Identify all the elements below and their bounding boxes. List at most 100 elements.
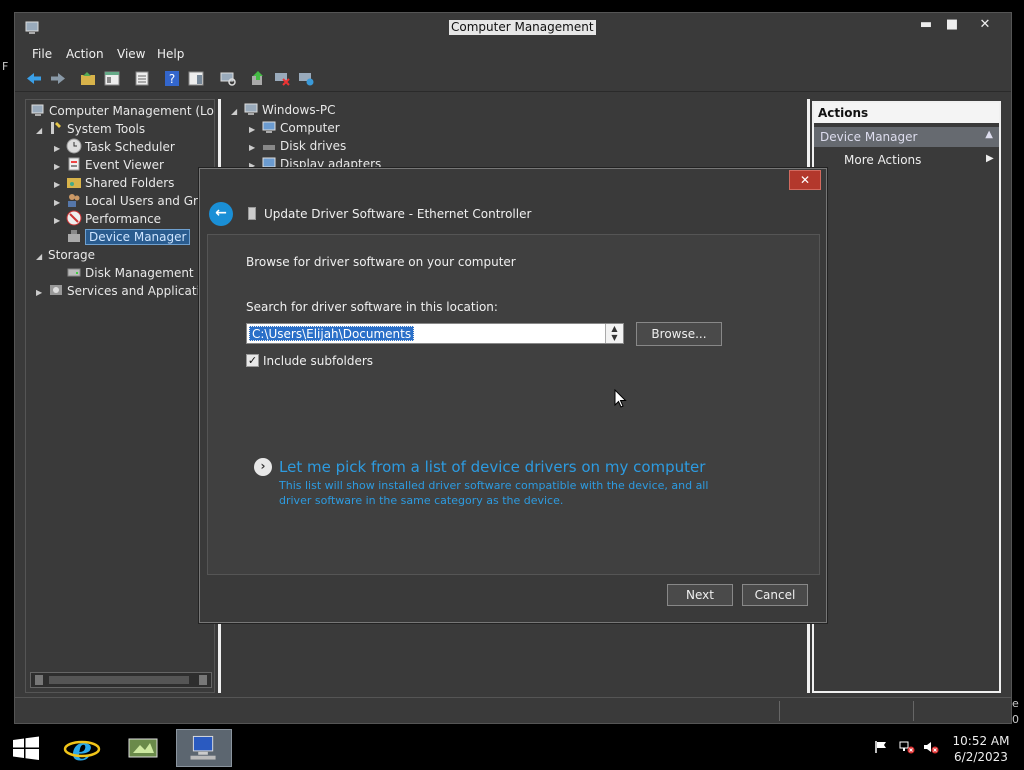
pick-from-list-description[interactable]: This list will show installed driver sof… [279,478,739,508]
scroll-right-arrow[interactable] [199,675,207,685]
shared-folder-icon [67,178,81,188]
expanded-arrow-icon[interactable]: ◢ [36,248,48,266]
include-subfolders-checkbox[interactable]: ✓ [246,354,259,367]
taskbar: e 10:52 AM 6/2/2023 [0,728,1024,768]
title-bar[interactable]: Computer Management ▬ ■ ✕ [15,13,1011,41]
include-subfolders-label[interactable]: Include subfolders [263,354,373,368]
uninstall-device-icon[interactable] [297,70,315,87]
back-arrow-icon[interactable] [25,70,43,87]
computer-management-icon [31,104,44,116]
collapse-caret-icon[interactable]: ▲ [985,129,993,140]
tree-item-label: Device Manager [85,229,191,245]
disable-device-icon[interactable] [273,70,291,87]
tree-item-event-viewer[interactable]: ▶ Event Viewer [54,156,164,174]
tree-item-label: Local Users and Grou [85,194,213,208]
scroll-left-arrow[interactable] [35,675,43,685]
cancel-button[interactable]: Cancel [742,584,808,606]
clock-date: 6/2/2023 [954,750,1008,764]
network-disconnected-icon[interactable] [899,740,915,757]
taskbar-clock[interactable]: 10:52 AM 6/2/2023 [952,733,1010,765]
clock-time: 10:52 AM [952,734,1010,748]
tree-item-local-users[interactable]: ▶ Local Users and Grou [54,192,213,210]
help-icon[interactable]: ? [163,70,181,87]
update-driver-dialog: ✕ ← Update Driver Software - Ethernet Co… [199,168,827,623]
event-viewer-icon [68,157,80,171]
computer-management-icon [25,21,39,34]
tree-item-label: Task Scheduler [85,140,175,154]
volume-muted-icon[interactable] [923,740,939,757]
tree-item-label: Shared Folders [85,176,175,190]
tree-item-label: Event Viewer [85,158,164,172]
minimize-button[interactable]: ▬ [913,15,939,35]
tree-item-storage[interactable]: ◢ Storage [36,246,95,264]
start-button[interactable] [4,729,48,767]
collapsed-arrow-icon[interactable]: ▶ [54,212,66,230]
action-center-flag-icon[interactable] [874,740,888,757]
tree-item-device-manager[interactable]: Device Manager [66,228,191,246]
dialog-body: Browse for driver software on your compu… [207,234,820,575]
tree-item-task-scheduler[interactable]: ▶ Task Scheduler [54,138,175,156]
chevron-right-circle-icon[interactable]: › [254,458,272,476]
search-location-label: Search for driver software in this locat… [246,300,498,314]
collapsed-arrow-icon[interactable]: ▶ [36,284,48,302]
device-tree-item-disk-drives[interactable]: ▶ Disk drives [249,137,346,155]
services-icon [50,285,62,295]
horizontal-scrollbar[interactable] [30,672,212,688]
show-hide-tree-icon[interactable] [103,70,121,87]
close-button[interactable]: ✕ [965,15,1005,35]
menu-help[interactable]: Help [157,47,184,61]
tree-item-disk-management[interactable]: Disk Management [66,264,194,282]
pick-from-list-link[interactable]: Let me pick from a list of device driver… [279,458,705,476]
tree-item-shared-folders[interactable]: ▶ Shared Folders [54,174,174,192]
tree-item-system-tools[interactable]: ◢ System Tools [36,120,145,138]
show-action-pane-icon[interactable] [187,70,205,87]
more-actions-item[interactable]: More Actions ▶ [844,153,994,167]
windows-logo-icon [13,736,39,760]
tools-icon [51,122,61,134]
menu-view[interactable]: View [117,47,145,61]
svg-text:e: e [72,730,92,767]
properties-icon[interactable] [133,70,151,87]
search-location-value[interactable]: C:\Users\Elijah\Documents [249,326,415,341]
browse-button[interactable]: Browse... [636,322,722,346]
combobox-dropdown-arrow-icon[interactable]: ▲ ▼ [605,324,623,343]
computer-management-taskbar-button[interactable] [176,729,232,767]
menu-file[interactable]: File [32,47,52,61]
menu-action[interactable]: Action [66,47,104,61]
computer-icon [262,121,276,133]
back-arrow-icon[interactable]: ← [209,202,233,226]
toolbar: ? [15,66,1011,92]
up-folder-icon[interactable] [79,70,97,87]
search-location-combobox[interactable]: C:\Users\Elijah\Documents ▲ ▼ [246,323,624,344]
status-bar [15,697,1011,723]
tree-item-performance[interactable]: ▶ Performance [54,210,161,228]
scan-hardware-icon[interactable] [219,70,237,87]
mouse-cursor-icon [614,389,627,408]
update-driver-icon[interactable] [249,70,267,87]
dialog-close-button[interactable]: ✕ [789,170,821,190]
device-tree-item-computer[interactable]: ▶ Computer [249,119,340,137]
forward-arrow-icon[interactable] [49,70,67,87]
actions-section-device-manager[interactable]: Device Manager ▲ [814,127,999,147]
tree-item-services-applications[interactable]: ▶ Services and Application [36,282,214,302]
next-button[interactable]: Next [667,584,733,606]
tree-item-label: Storage [48,248,95,262]
device-tree-root[interactable]: ◢ Windows-PC [231,101,336,119]
submenu-arrow-icon: ▶ [986,153,994,164]
device-tree-root-label: Windows-PC [262,103,336,117]
expanded-arrow-icon[interactable]: ◢ [231,103,243,121]
actions-header: Actions [814,103,999,123]
maximize-button[interactable]: ■ [939,15,965,35]
server-manager-button[interactable] [120,729,166,767]
actions-pane: Actions Device Manager ▲ More Actions ▶ [812,101,1001,693]
performance-icon [66,210,82,226]
expanded-arrow-icon[interactable]: ◢ [36,122,48,140]
desktop: F e 0 Computer Management ▬ ■ ✕ File Act… [0,0,1024,768]
internet-explorer-button[interactable]: e [60,729,104,768]
device-manager-icon [68,230,80,242]
tree-root[interactable]: Computer Management (Local [30,102,214,120]
disk-drive-icon [263,145,275,150]
scrollbar-thumb[interactable] [49,676,189,684]
tree-item-label: Disk Management [85,266,194,280]
users-icon [68,194,80,207]
